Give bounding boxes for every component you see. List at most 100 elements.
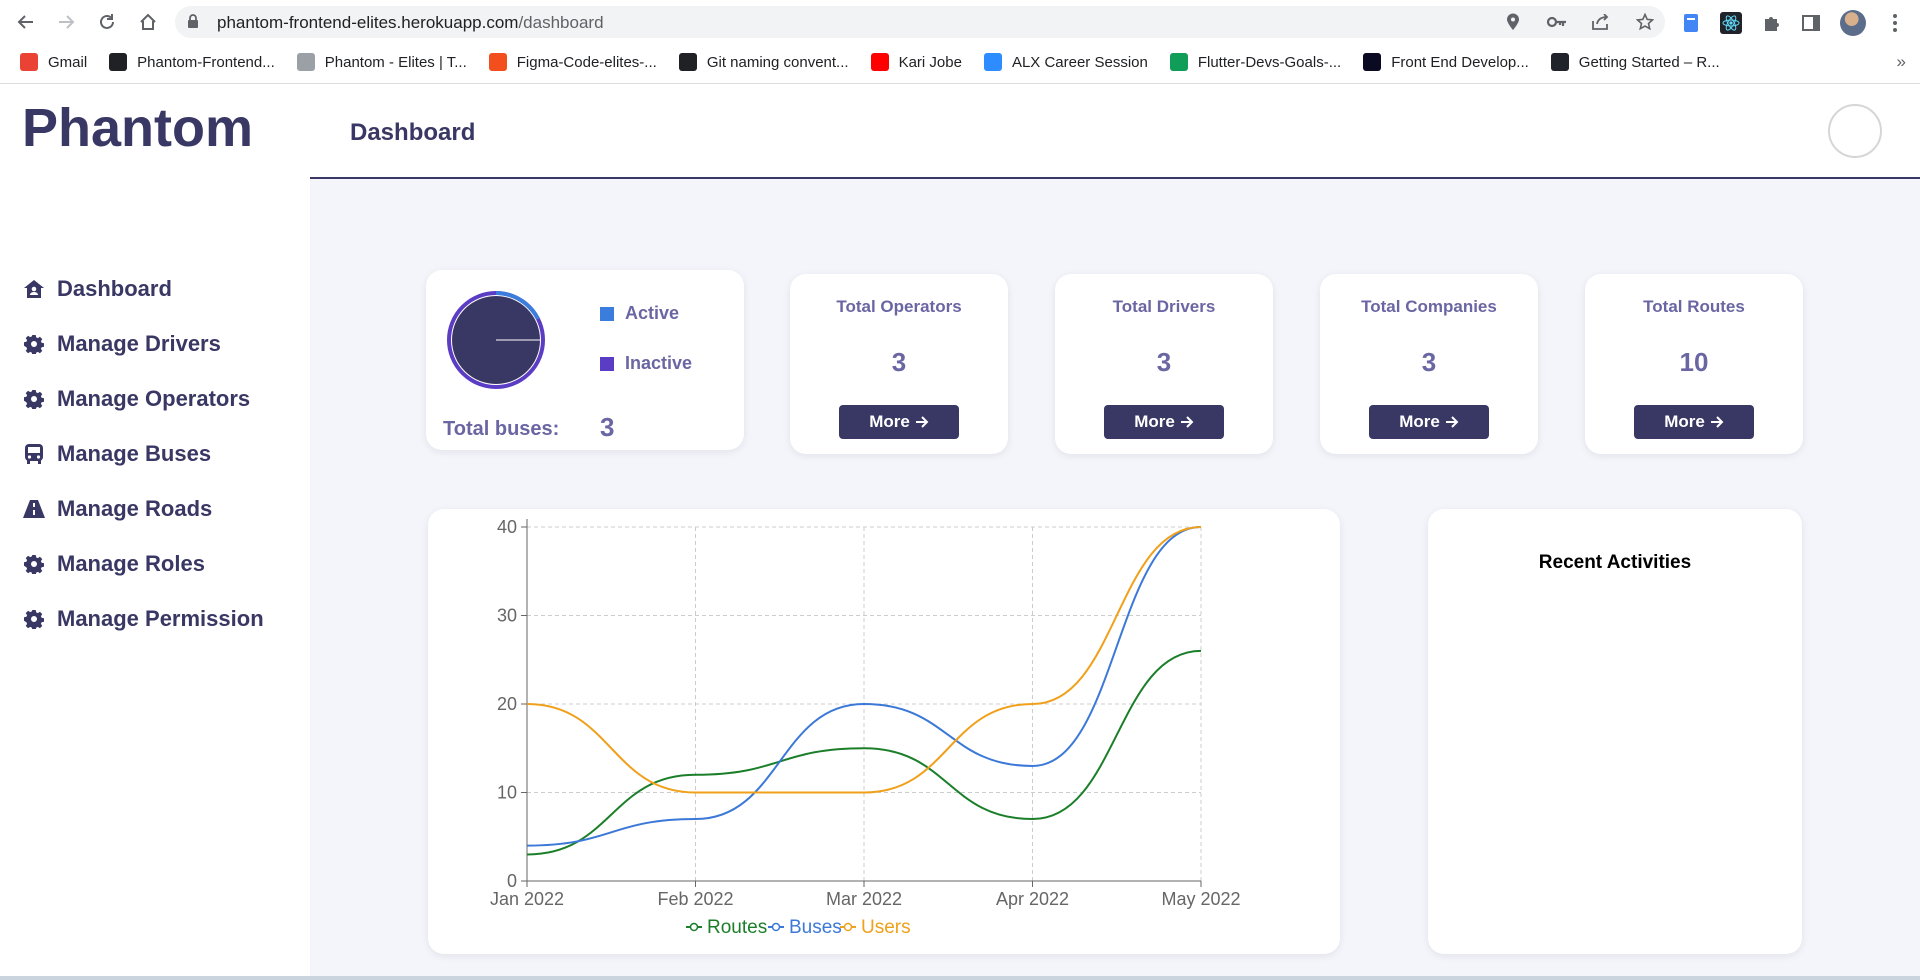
- address-bar[interactable]: phantom-frontend-elites.herokuapp.com/da…: [175, 6, 1665, 38]
- share-icon[interactable]: [1591, 12, 1611, 32]
- total-buses-value: 3: [600, 412, 615, 442]
- bookmark-item[interactable]: Front End Develop...: [1363, 53, 1529, 71]
- arrow-right-icon: [1180, 416, 1194, 428]
- lock-icon[interactable]: [187, 14, 199, 34]
- star-icon[interactable]: [1635, 12, 1655, 32]
- sidebar-item-manage-permission[interactable]: Manage Permission: [22, 591, 264, 646]
- bookmark-label: Gmail: [48, 53, 88, 71]
- fcc-icon: [1363, 53, 1382, 71]
- stat-label: Total Drivers: [1112, 297, 1216, 316]
- sidebar-item-label: Manage Roles: [57, 550, 205, 576]
- drivers-more-button[interactable]: More: [1104, 405, 1224, 439]
- sidebar-nav: Dashboard Manage Drivers Manage Operators M…: [22, 261, 264, 646]
- operators-more-button[interactable]: More: [839, 405, 959, 439]
- url-path: /dashboard: [518, 13, 604, 32]
- arrow-right-icon: [1710, 416, 1724, 428]
- bookmark-item[interactable]: Phantom - Elites | T...: [296, 53, 467, 71]
- bookmark-label: Kari Jobe: [898, 53, 962, 71]
- arrow-right-icon: [915, 416, 929, 428]
- figma-icon: [488, 53, 507, 71]
- routes-more-button[interactable]: More: [1634, 405, 1754, 439]
- home-icon[interactable]: [134, 8, 162, 36]
- bookmark-item[interactable]: Getting Started – R...: [1550, 53, 1720, 71]
- bookmark-label: Figma-Code-elites-...: [516, 53, 657, 71]
- brand-logo[interactable]: Phantom: [22, 97, 253, 159]
- zoom-icon: [983, 53, 1002, 71]
- react-devtools-icon[interactable]: [1720, 12, 1742, 34]
- forward-icon[interactable]: [52, 8, 80, 36]
- bus-icon: [22, 442, 46, 466]
- stat-value: 10: [1679, 347, 1709, 377]
- location-icon[interactable]: [1503, 12, 1523, 32]
- total-companies-card: Total Companies 3 More: [1320, 274, 1538, 454]
- bookmark-label: Getting Started – R...: [1578, 53, 1720, 71]
- more-bookmarks-button[interactable]: »: [1897, 52, 1906, 72]
- url-text[interactable]: phantom-frontend-elites.herokuapp.com/da…: [217, 13, 604, 33]
- x-tick-label: Jan 2022: [490, 889, 564, 909]
- total-routes-card: Total Routes 10 More: [1585, 274, 1803, 454]
- legend-inactive-label: Inactive: [625, 353, 693, 373]
- stat-value: 3: [1156, 347, 1172, 377]
- sidebar-item-label: Manage Buses: [57, 440, 212, 466]
- bookmark-item[interactable]: Gmail: [20, 53, 87, 71]
- bookmark-item[interactable]: ALX Career Session: [983, 53, 1148, 71]
- sidebar-item-manage-buses[interactable]: Manage Buses: [22, 426, 264, 481]
- stat-label: Total Companies: [1361, 297, 1497, 316]
- url-host: phantom-frontend-elites.herokuapp.com: [217, 13, 519, 32]
- stats-line-chart-card: 0 10 20 30 40 Jan 2022 Feb 2022 Mar 2022 Apr 202…: [428, 509, 1340, 954]
- youtube-icon: [870, 53, 889, 71]
- back-icon[interactable]: [12, 8, 40, 36]
- bookmark-label: Git naming convent...: [706, 53, 849, 71]
- window-bottom-edge: [0, 976, 1920, 980]
- gmail-icon: [20, 53, 38, 71]
- bookmarks-bar: Gmail Phantom-Frontend... Phantom - Elites…: [0, 44, 1920, 84]
- sidebar-item-dashboard[interactable]: Dashboard: [22, 261, 264, 316]
- browser-toolbar: phantom-frontend-elites.herokuapp.com/da…: [0, 0, 1920, 44]
- bookmark-item[interactable]: Figma-Code-elites-...: [488, 53, 657, 71]
- legend-marker-buses: [771, 922, 781, 932]
- bookmark-item[interactable]: Flutter-Devs-Goals-...: [1169, 53, 1341, 71]
- sheets-icon: [1169, 53, 1188, 71]
- y-tick-label: 30: [497, 606, 517, 626]
- page-title: Dashboard: [350, 119, 476, 146]
- puzzle-icon[interactable]: [1760, 12, 1782, 34]
- side-panel-icon[interactable]: [1800, 12, 1822, 34]
- total-buses-label: Total buses:: [443, 418, 560, 440]
- sidebar-item-manage-drivers[interactable]: Manage Drivers: [22, 316, 264, 371]
- active-swatch: [600, 306, 614, 321]
- stat-label: Total Operators: [836, 297, 962, 316]
- sidebar-item-label: Manage Operators: [57, 385, 251, 411]
- recent-activities-card: Recent Activities: [1428, 509, 1802, 954]
- sidebar-item-label: Manage Permission: [57, 605, 264, 631]
- user-avatar[interactable]: [1828, 104, 1882, 158]
- more-label: More: [1399, 412, 1440, 431]
- bookmark-item[interactable]: Git naming convent...: [678, 53, 849, 71]
- sidebar-item-manage-roles[interactable]: Manage Roles: [22, 536, 264, 591]
- y-tick-label: 0: [507, 871, 517, 891]
- companies-more-button[interactable]: More: [1369, 405, 1489, 439]
- profile-avatar[interactable]: [1840, 10, 1866, 36]
- key-icon[interactable]: [1547, 12, 1567, 32]
- legend-marker-users: [843, 922, 853, 932]
- legend-active: Active: [600, 303, 679, 324]
- sidebar-item-manage-operators[interactable]: Manage Operators: [22, 371, 264, 426]
- bookmark-item[interactable]: Phantom-Frontend...: [109, 53, 275, 71]
- legend-inactive: Inactive: [600, 353, 692, 374]
- app-root: Phantom Dashboard Manage Drivers Manage Op…: [0, 85, 1920, 980]
- reload-icon[interactable]: [93, 8, 121, 36]
- line-chart: 0 10 20 30 40 Jan 2022 Feb 2022 Mar 2022 Apr 202…: [490, 517, 1241, 938]
- x-tick-label: Mar 2022: [826, 889, 902, 909]
- inactive-swatch: [600, 356, 614, 371]
- legend-active-label: Active: [625, 303, 680, 323]
- gear-icon: [22, 387, 46, 411]
- menu-dots-icon[interactable]: [1884, 12, 1906, 34]
- y-tick-label: 20: [497, 694, 517, 714]
- page-icon: [296, 53, 315, 71]
- total-drivers-card: Total Drivers 3 More: [1055, 274, 1273, 454]
- bookmark-item[interactable]: Kari Jobe: [870, 53, 962, 71]
- extension-doc-icon[interactable]: [1680, 12, 1702, 34]
- sidebar-item-manage-roads[interactable]: Manage Roads: [22, 481, 264, 536]
- home-icon: [22, 277, 46, 301]
- legend-label-users: Users: [861, 917, 911, 938]
- bookmark-label: Phantom-Frontend...: [137, 53, 275, 71]
